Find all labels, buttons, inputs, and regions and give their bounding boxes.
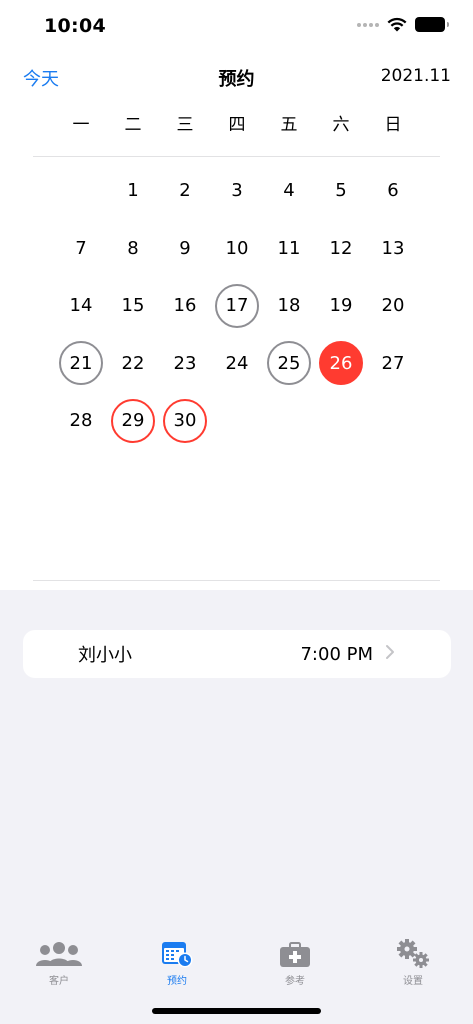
calendar-day-number: 4 <box>283 180 295 202</box>
wifi-icon <box>387 17 407 32</box>
calendar-day-7[interactable]: 7 <box>55 220 107 278</box>
tab-appointments[interactable]: 预约 <box>137 938 217 987</box>
calendar-day-17[interactable]: 17 <box>211 277 263 335</box>
weekday-sun: 日 <box>384 115 402 135</box>
calendar-day-29[interactable]: 29 <box>107 392 159 450</box>
calendar-day-number: 1 <box>127 180 139 202</box>
weekday-mon: 一 <box>72 115 90 135</box>
tab-clients-label: 客户 <box>49 976 69 987</box>
calendar-blank-cell <box>55 162 107 220</box>
calendar-day-number: 14 <box>69 295 93 317</box>
calendar-day-number: 8 <box>127 237 139 259</box>
calendar-day-number: 15 <box>121 295 145 317</box>
tab-settings[interactable]: 设置 <box>373 938 453 987</box>
calendar-day-2[interactable]: 2 <box>159 162 211 220</box>
calendar-divider <box>33 580 440 581</box>
calendar-day-number: 22 <box>121 352 145 374</box>
calendar-day-number: 5 <box>335 180 347 202</box>
calendar-day-3[interactable]: 3 <box>211 162 263 220</box>
tab-settings-label: 设置 <box>403 976 423 987</box>
month-label[interactable]: 2021.11 <box>381 66 451 86</box>
calendar-day-number: 21 <box>59 341 103 386</box>
home-indicator <box>152 1008 321 1014</box>
calendar-day-number: 19 <box>329 295 353 317</box>
battery-icon <box>415 17 449 32</box>
appointment-row[interactable]: 刘小小 7:00 PM <box>23 630 451 678</box>
weekday-thu: 四 <box>228 115 246 135</box>
medical-kit-icon <box>280 942 310 967</box>
tab-appointments-label: 预约 <box>167 976 187 987</box>
calendar-day-30[interactable]: 30 <box>159 392 211 450</box>
weekday-sat: 六 <box>332 115 350 135</box>
tab-reference-label: 参考 <box>285 976 305 987</box>
calendar-grid: 1 2 3 4 5 6 7 8 9 10 11 12 13 14 15 16 17 18 19 20 21 22 23 24 2… <box>55 162 419 450</box>
calendar-day-number: 25 <box>267 341 311 386</box>
calendar-day-23[interactable]: 23 <box>159 335 211 393</box>
calendar-day-12[interactable]: 12 <box>315 220 367 278</box>
calendar-day-14[interactable]: 14 <box>55 277 107 335</box>
weekday-header: 一 二 三 四 五 六 日 <box>55 112 419 138</box>
calendar-day-5[interactable]: 5 <box>315 162 367 220</box>
calendar-day-8[interactable]: 8 <box>107 220 159 278</box>
weekday-tue: 二 <box>124 115 142 135</box>
weekday-fri: 五 <box>280 115 298 135</box>
calendar-day-16[interactable]: 16 <box>159 277 211 335</box>
calendar-day-number: 11 <box>277 237 301 259</box>
calendar-day-number: 13 <box>381 237 405 259</box>
calendar-day-1[interactable]: 1 <box>107 162 159 220</box>
calendar-day-number: 23 <box>173 352 197 374</box>
calendar-day-number: 2 <box>179 180 191 202</box>
calendar-day-15[interactable]: 15 <box>107 277 159 335</box>
calendar-day-4[interactable]: 4 <box>263 162 315 220</box>
calendar-day-number: 27 <box>381 352 405 374</box>
calendar-day-19[interactable]: 19 <box>315 277 367 335</box>
calendar-day-24[interactable]: 24 <box>211 335 263 393</box>
calendar-day-number: 28 <box>69 410 93 432</box>
calendar-day-number: 10 <box>225 237 249 259</box>
calendar-day-22[interactable]: 22 <box>107 335 159 393</box>
calendar-day-number: 16 <box>173 295 197 317</box>
calendar-day-21[interactable]: 21 <box>55 335 107 393</box>
calendar-day-number: 26 <box>319 341 363 386</box>
calendar-day-9[interactable]: 9 <box>159 220 211 278</box>
calendar-day-number: 6 <box>387 180 399 202</box>
calendar-day-number: 17 <box>215 283 259 328</box>
calendar-day-number: 24 <box>225 352 249 374</box>
calendar-day-number: 12 <box>329 237 353 259</box>
calendar-day-number: 20 <box>381 295 405 317</box>
status-time: 10:04 <box>44 15 106 37</box>
calendar-day-number: 9 <box>179 237 191 259</box>
calendar-day-number: 30 <box>163 398 207 443</box>
calendar-day-6[interactable]: 6 <box>367 162 419 220</box>
header-divider <box>33 156 440 157</box>
chevron-right-icon <box>386 645 394 659</box>
calendar-day-28[interactable]: 28 <box>55 392 107 450</box>
nav-bar: 预约 今天 2021.11 <box>0 58 473 98</box>
calendar-clock-icon <box>162 942 193 968</box>
people-icon <box>36 942 82 966</box>
calendar-day-number: 18 <box>277 295 301 317</box>
status-icons <box>357 17 449 32</box>
calendar-day-18[interactable]: 18 <box>263 277 315 335</box>
calendar-day-13[interactable]: 13 <box>367 220 419 278</box>
calendar-day-number: 3 <box>231 180 243 202</box>
signal-icon <box>357 22 379 27</box>
calendar-day-27[interactable]: 27 <box>367 335 419 393</box>
gears-icon <box>397 939 429 968</box>
today-button[interactable]: 今天 <box>23 65 59 91</box>
weekday-wed: 三 <box>176 115 194 135</box>
appointment-time: 7:00 PM <box>300 643 373 665</box>
calendar-day-26[interactable]: 26 <box>315 335 367 393</box>
tab-reference[interactable]: 参考 <box>255 938 335 987</box>
calendar-day-25[interactable]: 25 <box>263 335 315 393</box>
calendar-day-number: 29 <box>111 398 155 443</box>
appointment-client-name: 刘小小 <box>78 645 132 666</box>
calendar-day-11[interactable]: 11 <box>263 220 315 278</box>
status-bar: 10:04 <box>0 0 473 54</box>
calendar-day-20[interactable]: 20 <box>367 277 419 335</box>
tab-clients[interactable]: 客户 <box>19 938 99 987</box>
calendar-day-10[interactable]: 10 <box>211 220 263 278</box>
calendar-day-number: 7 <box>75 237 87 259</box>
